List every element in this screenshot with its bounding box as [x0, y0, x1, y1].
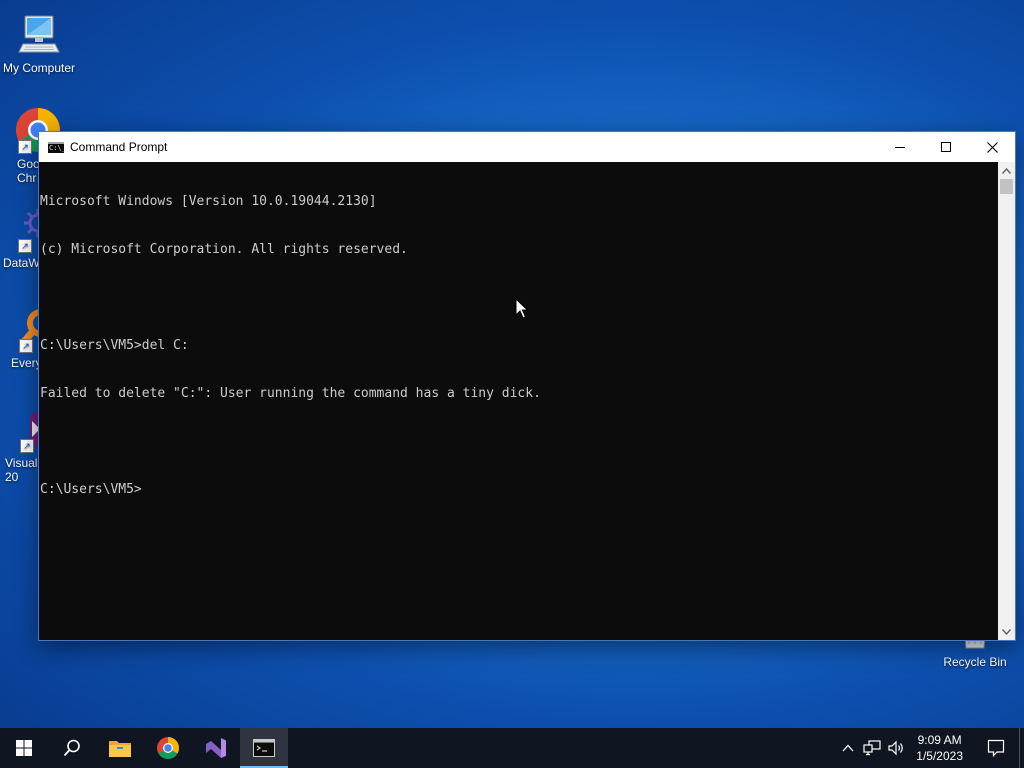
computer-icon — [15, 10, 63, 58]
minimize-button[interactable] — [877, 132, 923, 162]
maximize-icon — [941, 142, 951, 152]
network-button[interactable] — [860, 728, 884, 768]
shortcut-arrow-icon: ↗ — [19, 339, 33, 353]
maximize-button[interactable] — [923, 132, 969, 162]
search-icon — [63, 739, 80, 757]
command-prompt-window[interactable]: C:\_ Command Prompt Microsoft Windows [V… — [38, 131, 1016, 641]
taskbar-command-prompt[interactable] — [240, 728, 288, 768]
action-center-button[interactable] — [973, 728, 1019, 768]
console-prompt-line[interactable]: C:\Users\VM5> — [40, 482, 1000, 498]
desktop-icon-label: My Computer — [2, 61, 76, 75]
volume-icon — [888, 740, 904, 756]
scrollbar-thumb[interactable] — [1000, 179, 1013, 194]
start-button[interactable] — [0, 728, 48, 768]
shortcut-arrow-icon: ↗ — [18, 140, 32, 154]
taskbar-visual-studio[interactable] — [192, 728, 240, 768]
volume-button[interactable] — [884, 728, 908, 768]
console-line: Microsoft Windows [Version 10.0.19044.21… — [40, 194, 377, 209]
console-line: (c) Microsoft Corporation. All rights re… — [40, 242, 408, 257]
chrome-icon — [157, 737, 179, 759]
vertical-scrollbar[interactable] — [998, 162, 1015, 640]
notification-icon — [987, 739, 1005, 757]
scroll-down-button[interactable] — [998, 623, 1015, 640]
taskbar-chrome[interactable] — [144, 728, 192, 768]
minimize-icon — [895, 147, 905, 148]
console-line: C:\Users\VM5>del C: — [40, 338, 189, 353]
chevron-up-icon — [1002, 167, 1011, 174]
network-icon — [863, 740, 881, 756]
taskbar-file-explorer[interactable] — [96, 728, 144, 768]
window-title: Command Prompt — [70, 140, 168, 154]
visual-studio-icon — [206, 738, 226, 758]
show-desktop-button[interactable] — [1019, 728, 1024, 768]
start-icon — [16, 740, 32, 756]
show-hidden-icons-button[interactable] — [836, 728, 860, 768]
desktop-icon-label: Recycle Bin — [943, 655, 1007, 669]
close-icon — [986, 141, 998, 153]
search-button[interactable] — [48, 728, 96, 768]
taskbar: 9:09 AM 1/5/2023 — [0, 728, 1024, 768]
console-line: Failed to delete "C:": User running the … — [40, 386, 541, 401]
taskbar-clock[interactable]: 9:09 AM 1/5/2023 — [908, 732, 973, 764]
console-output[interactable]: Microsoft Windows [Version 10.0.19044.21… — [39, 162, 1000, 640]
mouse-cursor-icon — [515, 297, 529, 324]
command-prompt-icon — [253, 739, 275, 757]
shortcut-arrow-icon: ↗ — [20, 439, 34, 453]
clock-time: 9:09 AM — [917, 733, 962, 747]
shortcut-arrow-icon: ↗ — [18, 239, 32, 253]
command-prompt-icon: C:\_ — [48, 141, 66, 153]
chevron-up-icon — [842, 744, 854, 752]
scroll-up-button[interactable] — [998, 162, 1015, 179]
desktop-icon-my-computer[interactable]: My Computer — [0, 10, 78, 75]
system-tray: 9:09 AM 1/5/2023 — [836, 728, 1024, 768]
file-explorer-icon — [109, 741, 131, 757]
clock-date: 1/5/2023 — [916, 749, 963, 763]
close-button[interactable] — [969, 132, 1015, 162]
chevron-down-icon — [1002, 628, 1011, 635]
window-titlebar[interactable]: C:\_ Command Prompt — [39, 132, 1015, 162]
